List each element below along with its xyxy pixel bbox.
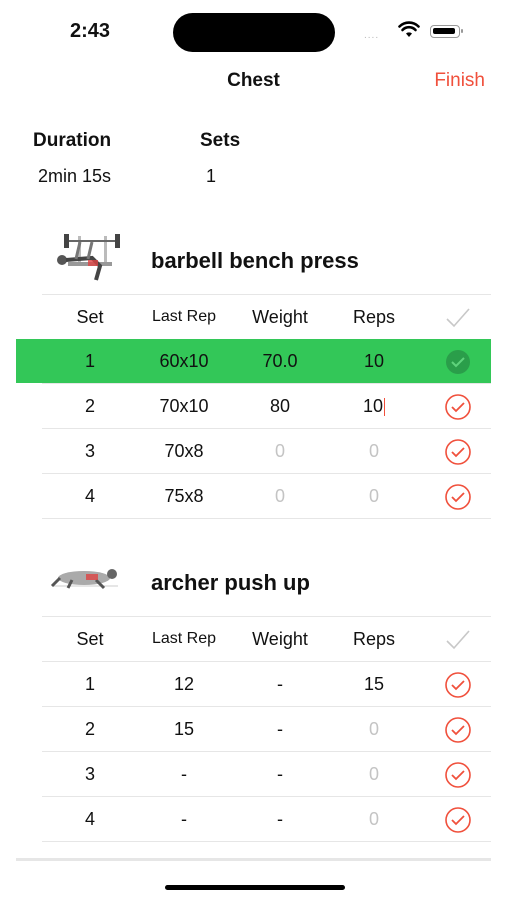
complete-set-check-icon[interactable]	[438, 662, 478, 706]
col-weight: Weight	[252, 629, 308, 649]
weight-input[interactable]: -	[240, 752, 320, 796]
status-bar: 2:43 ....	[0, 0, 507, 62]
exercise-name: barbell bench press	[151, 248, 359, 273]
exercise-card: archer push up Set Last Rep Weight Reps …	[0, 552, 507, 842]
completed-check-icon[interactable]	[438, 339, 478, 383]
set-row[interactable]: 3 - - 0	[42, 751, 491, 796]
weight-input[interactable]: 0	[240, 429, 320, 473]
last-rep: 75x8	[164, 486, 204, 506]
reps-input[interactable]: 0	[334, 797, 414, 841]
weight-input[interactable]: 0	[240, 474, 320, 518]
set-number: 4	[84, 809, 95, 829]
set-number: 3	[84, 764, 95, 784]
col-reps: Reps	[352, 307, 396, 327]
set-number: 1	[84, 674, 95, 694]
set-row[interactable]: 4 - - 0	[42, 796, 491, 842]
push-up-illustration-icon	[50, 569, 118, 590]
last-rep: 70x8	[164, 441, 204, 461]
set-number: 3	[84, 441, 95, 461]
last-rep: -	[181, 764, 187, 784]
battery-icon	[430, 25, 463, 38]
weight-input[interactable]: -	[240, 662, 320, 706]
checkmark-header-icon	[438, 295, 478, 339]
finish-button[interactable]: Finish	[434, 70, 485, 92]
last-rep: -	[181, 809, 187, 829]
set-row[interactable]: 1 12 - 15	[42, 661, 491, 706]
wifi-icon	[398, 21, 420, 37]
divider	[16, 858, 491, 861]
sets-value: 1	[206, 166, 217, 186]
checkmark-header-icon	[438, 617, 478, 661]
reps-input-value: 10	[362, 396, 384, 416]
col-set: Set	[76, 307, 104, 327]
set-number: 2	[84, 719, 95, 739]
set-row[interactable]: 2 15 - 0	[42, 706, 491, 751]
weight-input[interactable]: 80	[240, 384, 320, 428]
set-table-header: Set Last Rep Weight Reps	[42, 616, 491, 661]
last-rep: 60x10	[159, 351, 209, 371]
set-row[interactable]: 2 70x10 80 10	[42, 383, 491, 428]
complete-set-check-icon[interactable]	[438, 797, 478, 841]
home-indicator[interactable]	[165, 885, 345, 890]
complete-set-check-icon[interactable]	[438, 474, 478, 518]
weight-input[interactable]: 70.0	[240, 339, 320, 383]
dynamic-island	[173, 13, 335, 52]
exercise-card: barbell bench press Set Last Rep Weight …	[0, 230, 507, 519]
exercise-header[interactable]: barbell bench press	[0, 230, 507, 294]
reps-input[interactable]: 0	[334, 429, 414, 473]
complete-set-check-icon[interactable]	[438, 429, 478, 473]
reps-input[interactable]: 10	[334, 339, 414, 383]
set-number: 1	[84, 351, 95, 371]
duration-stat: Duration 2min 15s	[33, 130, 111, 187]
duration-label: Duration	[33, 130, 112, 151]
last-rep: 12	[173, 674, 195, 694]
exercise-header[interactable]: archer push up	[0, 552, 507, 616]
complete-set-check-icon[interactable]	[438, 752, 478, 796]
reps-input[interactable]: 10	[334, 384, 414, 428]
last-rep: 15	[173, 719, 195, 739]
set-number: 4	[84, 486, 95, 506]
signal-icon: ....	[364, 30, 380, 41]
reps-input[interactable]: 15	[334, 662, 414, 706]
col-weight: Weight	[252, 307, 308, 327]
status-time: 2:43	[70, 20, 111, 42]
last-rep: 70x10	[159, 396, 209, 416]
col-set: Set	[76, 629, 104, 649]
text-cursor	[384, 398, 386, 417]
reps-input[interactable]: 0	[334, 474, 414, 518]
exercise-name: archer push up	[151, 570, 310, 595]
set-row[interactable]: 4 75x8 0 0	[42, 473, 491, 519]
weight-input[interactable]: -	[240, 797, 320, 841]
col-last-rep: Last Rep	[151, 308, 217, 325]
set-row-completed[interactable]: 1 60x10 70.0 10	[16, 339, 491, 383]
sets-stat: Sets 1	[200, 130, 240, 187]
complete-set-check-icon[interactable]	[438, 707, 478, 751]
col-last-rep: Last Rep	[151, 630, 217, 647]
col-reps: Reps	[352, 629, 396, 649]
bench-press-illustration-icon	[57, 234, 120, 281]
sets-label: Sets	[200, 130, 241, 151]
set-table-header: Set Last Rep Weight Reps	[42, 294, 491, 339]
page-title: Chest	[227, 70, 280, 91]
reps-input[interactable]: 0	[334, 752, 414, 796]
set-number: 2	[84, 396, 95, 416]
set-row[interactable]: 3 70x8 0 0	[42, 428, 491, 473]
weight-input[interactable]: -	[240, 707, 320, 751]
reps-input[interactable]: 0	[334, 707, 414, 751]
complete-set-check-icon[interactable]	[438, 384, 478, 428]
duration-value: 2min 15s	[38, 166, 112, 186]
